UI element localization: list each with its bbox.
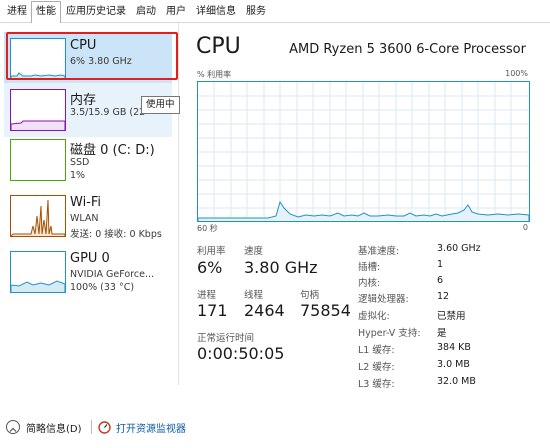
threads-label: 线程 [244, 290, 264, 301]
device-name: 内存 [70, 93, 97, 108]
gpu-thumbnail-graph [10, 251, 66, 293]
speed-label: 速度 [244, 246, 264, 257]
uptime-label: 正常运行时间 [197, 333, 255, 344]
tab-users[interactable]: 用户 [163, 2, 189, 21]
spec-l2-cache-label: L2 缓存: [358, 362, 395, 373]
tab-processes[interactable]: 进程 [4, 2, 30, 21]
open-resource-monitor-link[interactable]: 打开资源监视器 [98, 418, 188, 436]
speed-value: 3.80 GHz [244, 258, 318, 277]
selection-highlight [6, 32, 178, 80]
device-item-disk[interactable]: 磁盘 0 (C: D:) SSD 1% [4, 133, 172, 187]
processor-model: AMD Ryzen 5 3600 6-Core Processor [289, 42, 526, 57]
spec-l1-cache-value: 384 KB [437, 342, 471, 353]
device-detail-2: 100% (33 °C) [70, 282, 135, 293]
disk-thumbnail-graph [10, 139, 66, 181]
device-detail: WLAN [70, 213, 99, 224]
device-detail: NVIDIA GeForce... [70, 269, 155, 280]
wifi-thumbnail-graph [10, 195, 66, 237]
spec-cores-value: 6 [437, 275, 444, 286]
handles-value: 75854 [300, 301, 351, 320]
footer-divider [91, 420, 92, 434]
resource-monitor-icon [98, 419, 111, 434]
graph-label-min: 0 [522, 223, 528, 232]
tab-bar: 进程 性能 应用历史记录 启动 用户 详细信息 服务 [0, 0, 550, 24]
graph-label-max: 100% [505, 69, 528, 78]
memory-thumbnail-graph [10, 89, 66, 131]
device-detail-2: 1% [70, 170, 86, 181]
device-name: 磁盘 0 (C: D:) [70, 143, 155, 158]
page-title: CPU [196, 34, 241, 59]
tab-app-history[interactable]: 应用历史记录 [63, 2, 129, 21]
processes-value: 171 [197, 301, 228, 320]
chevron-up-icon [6, 420, 20, 434]
uptime-value: 0:00:50:05 [197, 344, 285, 363]
device-detail: SSD [70, 157, 90, 168]
tab-details[interactable]: 详细信息 [193, 2, 239, 21]
device-detail: 3.5/15.9 GB (22 [70, 107, 146, 118]
graph-label-duration: 60 秒 [197, 224, 218, 233]
utilization-value: 6% [197, 258, 223, 277]
graph-label-utilization: % 利用率 [197, 70, 232, 79]
processes-label: 进程 [197, 290, 217, 301]
tab-startup[interactable]: 启动 [133, 2, 159, 21]
spec-hyperv-label: Hyper-V 支持: [358, 328, 421, 339]
spec-l2-cache-value: 3.0 MB [437, 359, 470, 370]
handles-label: 句柄 [300, 290, 320, 301]
spec-logical-processors-value: 12 [437, 291, 450, 302]
device-name: Wi-Fi [70, 195, 102, 210]
usage-tooltip: 使用中 [141, 96, 180, 114]
spec-l1-cache-label: L1 缓存: [358, 345, 395, 356]
device-item-gpu[interactable]: GPU 0 NVIDIA GeForce... 100% (33 °C) [4, 245, 172, 299]
spec-cores-label: 内核: [358, 278, 381, 289]
device-item-wifi[interactable]: Wi-Fi WLAN 发送: 0 接收: 0 Kbps [4, 189, 172, 243]
spec-base-speed-label: 基准速度: [358, 246, 400, 257]
spec-sockets-value: 1 [437, 259, 444, 270]
resource-monitor-label: 打开资源监视器 [116, 424, 186, 435]
spec-l3-cache-value: 32.0 MB [437, 376, 476, 387]
device-detail-2: 发送: 0 接收: 0 Kbps [70, 229, 162, 240]
threads-value: 2464 [244, 301, 285, 320]
spec-logical-processors-label: 逻辑处理器: [358, 294, 409, 305]
spec-virtualization-label: 虚拟化: [358, 311, 390, 322]
spec-sockets-label: 插槽: [358, 262, 381, 273]
cpu-utilization-graph [197, 81, 530, 222]
footer-bar: 简略信息(D) 打开资源监视器 [0, 412, 550, 442]
tab-services[interactable]: 服务 [243, 2, 269, 21]
utilization-label: 利用率 [197, 246, 226, 257]
spec-hyperv-value: 是 [437, 328, 447, 339]
spec-virtualization-value: 已禁用 [437, 311, 466, 322]
spec-base-speed-value: 3.60 GHz [437, 243, 481, 254]
spec-l3-cache-label: L3 缓存: [358, 379, 395, 390]
device-name: GPU 0 [70, 251, 110, 266]
fewer-details-button[interactable]: 简略信息(D) [4, 418, 86, 436]
fewer-details-label: 简略信息(D) [26, 424, 82, 435]
tab-performance[interactable]: 性能 [31, 1, 61, 24]
